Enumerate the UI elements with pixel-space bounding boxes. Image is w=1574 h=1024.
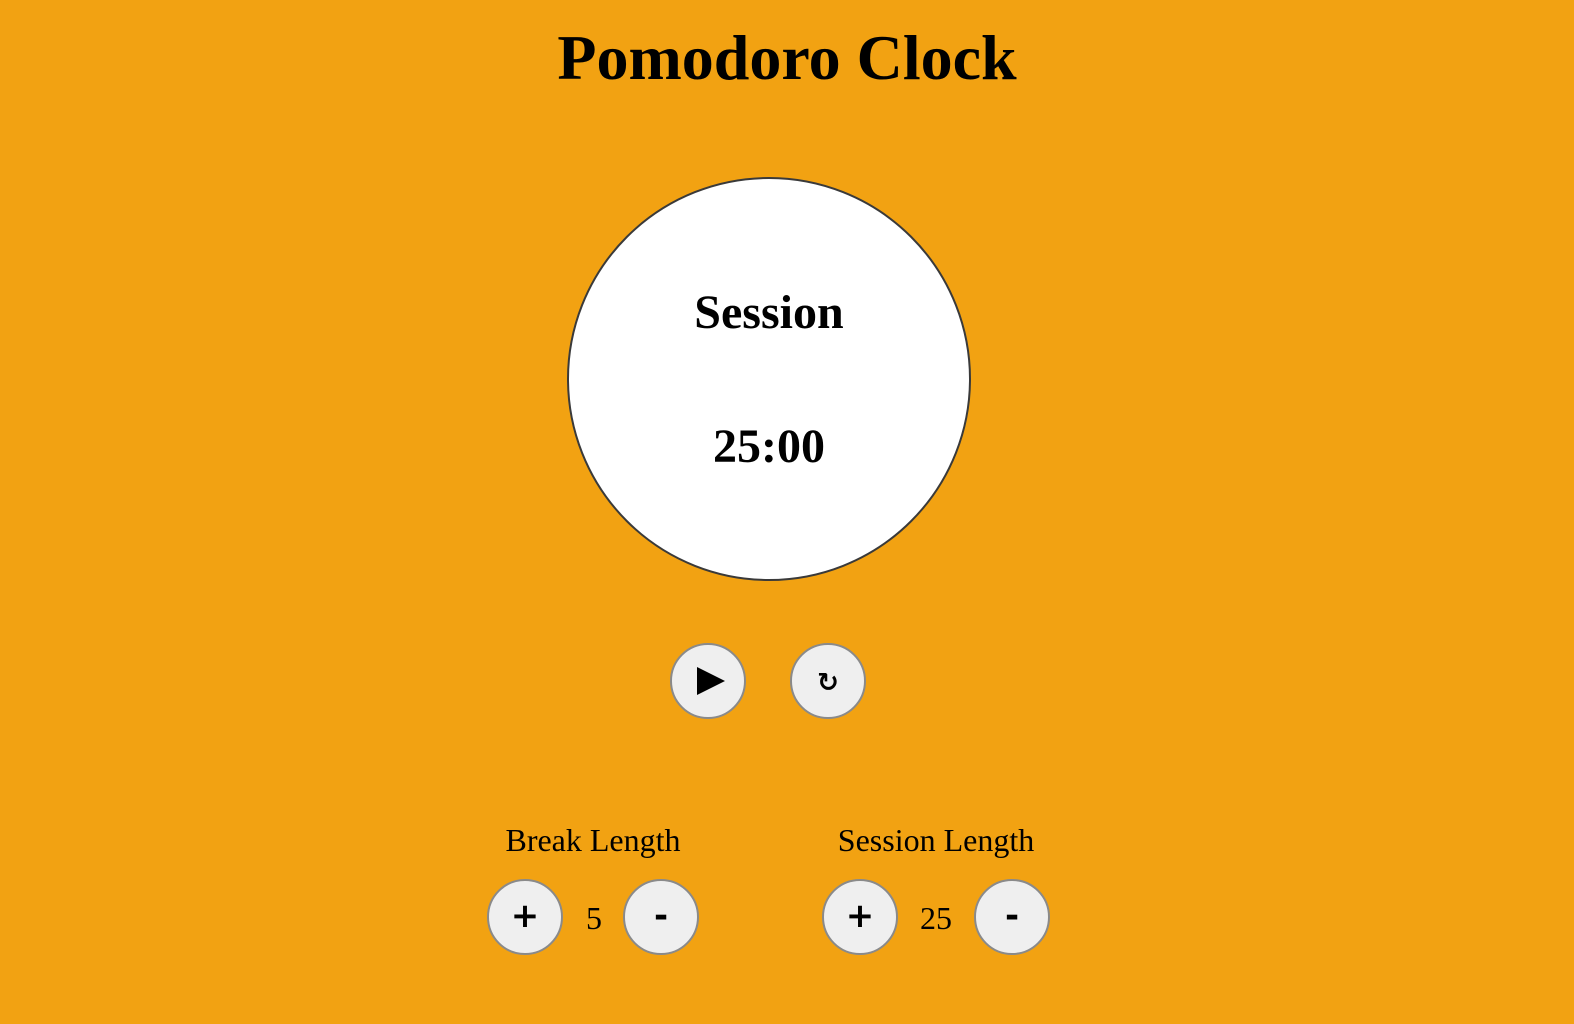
plus-icon: + [845, 896, 875, 936]
break-length-value: 5 [586, 900, 602, 936]
clock-mode-label: Session [694, 286, 844, 339]
plus-icon: + [510, 896, 540, 936]
clock-time-display: 25:00 [713, 420, 825, 473]
minus-icon: - [653, 896, 669, 936]
break-length-label: Break Length [505, 822, 681, 858]
break-decrement-button[interactable]: - [623, 879, 699, 955]
session-length-label: Session Length [837, 822, 1035, 858]
session-decrement-button[interactable]: - [974, 879, 1050, 955]
play-button[interactable] [670, 643, 746, 719]
reset-button[interactable]: ↻ [790, 643, 866, 719]
play-icon [697, 667, 725, 695]
session-increment-button[interactable]: + [822, 879, 898, 955]
refresh-icon: ↻ [817, 668, 839, 698]
page-title: Pomodoro Clock [557, 22, 1017, 93]
session-length-value: 25 [920, 900, 952, 936]
clock-face: Session 25:00 [567, 177, 971, 581]
minus-icon: - [1004, 896, 1020, 936]
break-increment-button[interactable]: + [487, 879, 563, 955]
